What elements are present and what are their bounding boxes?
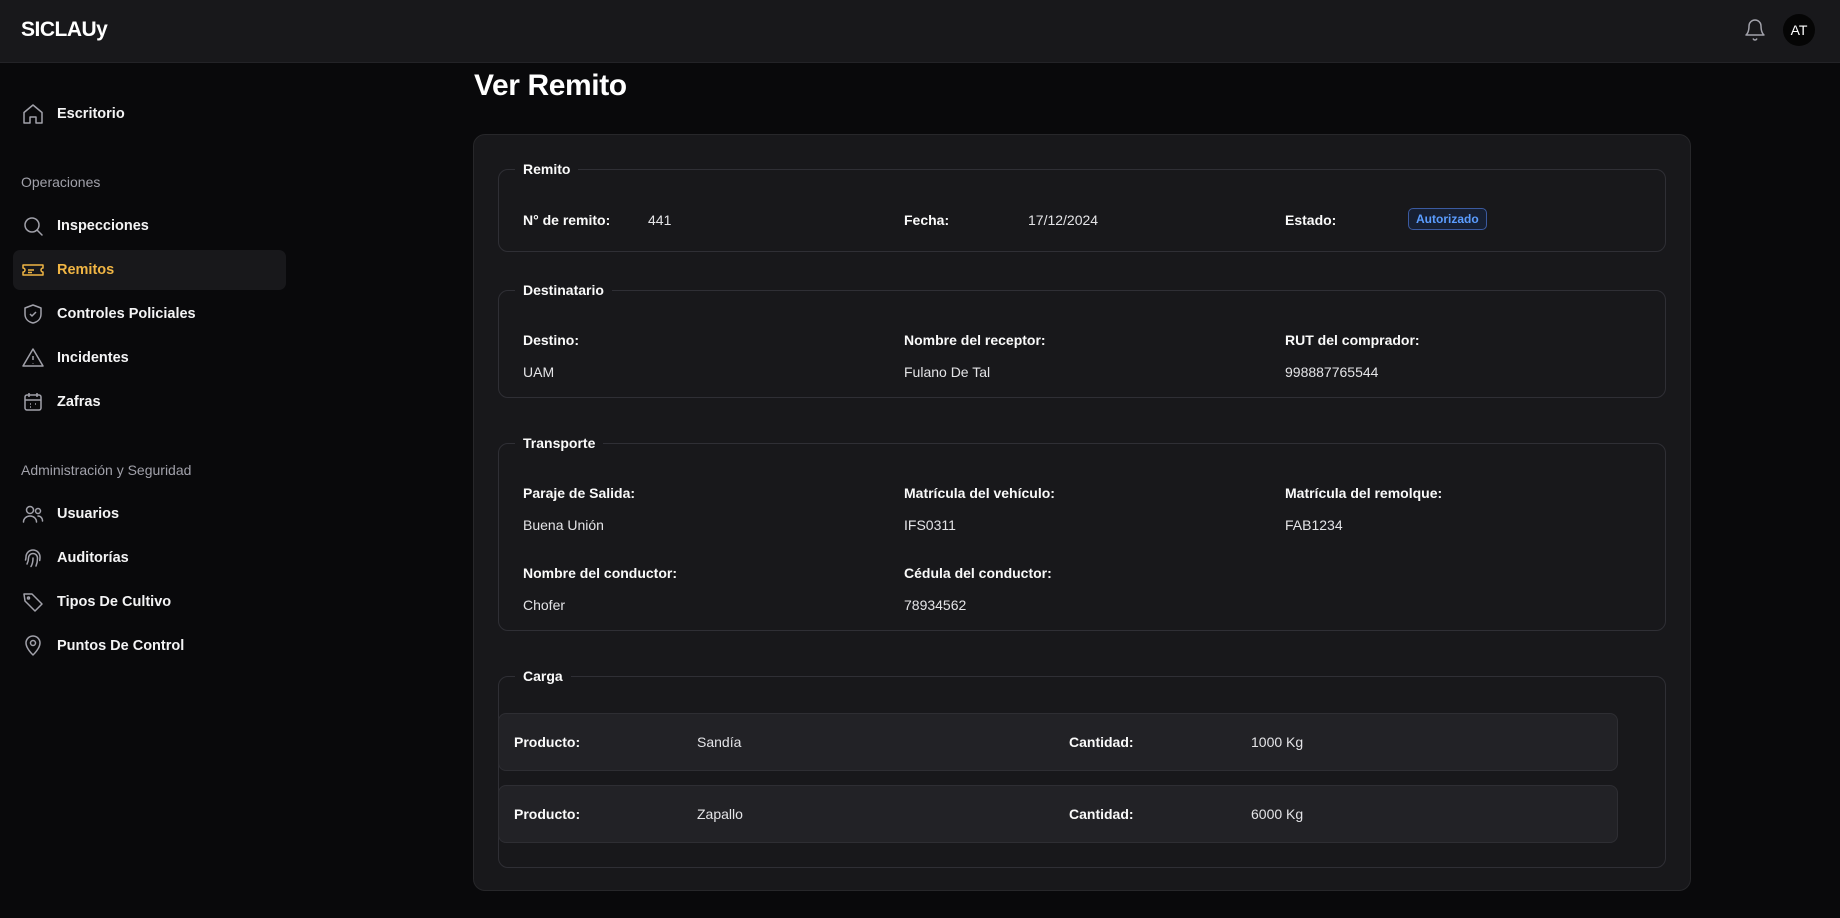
- top-bar: SICLAUy AT: [0, 0, 1840, 63]
- sidebar-item-tipos-de-cultivo[interactable]: Tipos De Cultivo: [13, 582, 286, 622]
- matricula-remolque-label: Matrícula del remolque:: [1285, 485, 1443, 501]
- sidebar-item-incidentes[interactable]: Incidentes: [13, 338, 286, 378]
- sidebar-item-label: Tipos De Cultivo: [57, 594, 172, 610]
- carga-item-row: Producto: Sandía Cantidad: 1000 Kg: [498, 713, 1618, 771]
- paraje-label: Paraje de Salida:: [523, 485, 636, 501]
- fingerprint-icon: [21, 546, 45, 570]
- page-title: Ver Remito: [474, 69, 627, 102]
- numero-remito-value: 441: [648, 212, 672, 228]
- app-brand[interactable]: SICLAUy: [21, 18, 108, 42]
- carga-legend: Carga: [523, 668, 563, 684]
- sidebar-item-label: Usuarios: [57, 506, 120, 522]
- destino-value: UAM: [523, 364, 555, 380]
- transporte-legend: Transporte: [523, 435, 596, 451]
- rut-label: RUT del comprador:: [1285, 332, 1420, 348]
- sidebar-item-puntos-de-control[interactable]: Puntos De Control: [13, 626, 286, 666]
- sidebar-item-escritorio[interactable]: Escritorio: [13, 94, 286, 134]
- map-pin-icon: [21, 634, 45, 658]
- receptor-label: Nombre del receptor:: [904, 332, 1046, 348]
- destinatario-legend: Destinatario: [523, 282, 604, 298]
- conductor-value: Chofer: [523, 597, 566, 613]
- carga-item-row: Producto: Zapallo Cantidad: 6000 Kg: [498, 785, 1618, 843]
- remito-legend: Remito: [523, 161, 571, 177]
- ticket-icon: [21, 258, 45, 282]
- sidebar-section-admin: Administración y Seguridad: [21, 462, 192, 478]
- conductor-label: Nombre del conductor:: [523, 565, 678, 581]
- producto-label: Producto:: [514, 806, 581, 822]
- cedula-label: Cédula del conductor:: [904, 565, 1052, 581]
- sidebar-item-label: Incidentes: [57, 350, 129, 366]
- sidebar-item-controles-policiales[interactable]: Controles Policiales: [13, 294, 286, 334]
- sidebar-item-label: Auditorías: [57, 550, 129, 566]
- status-badge: Autorizado: [1408, 208, 1487, 230]
- cantidad-label: Cantidad:: [1069, 806, 1134, 822]
- destinatario-section: Destinatario: [498, 282, 1666, 398]
- user-avatar[interactable]: AT: [1783, 14, 1815, 46]
- cedula-value: 78934562: [904, 597, 967, 613]
- sidebar-item-auditorias[interactable]: Auditorías: [13, 538, 286, 578]
- bell-icon[interactable]: [1743, 18, 1767, 42]
- fecha-label: Fecha:: [904, 212, 950, 228]
- producto-value: Sandía: [697, 734, 742, 750]
- sidebar-item-usuarios[interactable]: Usuarios: [13, 494, 286, 534]
- producto-value: Zapallo: [697, 806, 743, 822]
- transporte-section: Transporte: [498, 435, 1666, 631]
- matricula-remolque-value: FAB1234: [1285, 517, 1343, 533]
- sidebar-item-remitos[interactable]: Remitos: [13, 250, 286, 290]
- matricula-vehiculo-label: Matrícula del vehículo:: [904, 485, 1055, 501]
- sidebar-item-label: Inspecciones: [57, 218, 149, 234]
- cantidad-value: 1000 Kg: [1251, 734, 1304, 750]
- paraje-value: Buena Unión: [523, 517, 604, 533]
- sidebar: Escritorio Operaciones Inspecciones Remi…: [0, 64, 300, 918]
- sidebar-item-inspecciones[interactable]: Inspecciones: [13, 206, 286, 246]
- cantidad-label: Cantidad:: [1069, 734, 1134, 750]
- remito-detail-card: Remito N° de remito: 441 Fecha: 17/12/20…: [473, 134, 1691, 891]
- sidebar-item-label: Puntos De Control: [57, 638, 185, 654]
- calendar-icon: [21, 390, 45, 414]
- estado-label: Estado:: [1285, 212, 1337, 228]
- receptor-value: Fulano De Tal: [904, 364, 991, 380]
- cantidad-value: 6000 Kg: [1251, 806, 1304, 822]
- search-icon: [21, 214, 45, 238]
- sidebar-item-label: Escritorio: [57, 106, 125, 122]
- warning-icon: [21, 346, 45, 370]
- rut-value: 998887765544: [1285, 364, 1379, 380]
- fecha-value: 17/12/2024: [1028, 212, 1099, 228]
- tag-icon: [21, 590, 45, 614]
- sidebar-item-label: Zafras: [57, 394, 101, 410]
- users-icon: [21, 502, 45, 526]
- sidebar-item-zafras[interactable]: Zafras: [13, 382, 286, 422]
- matricula-vehiculo-value: IFS0311: [904, 517, 956, 533]
- numero-remito-label: N° de remito:: [523, 212, 611, 228]
- producto-label: Producto:: [514, 734, 581, 750]
- remito-section: Remito: [498, 161, 1666, 252]
- sidebar-item-label: Remitos: [57, 262, 115, 278]
- shield-icon: [21, 302, 45, 326]
- home-icon: [21, 102, 45, 126]
- sidebar-item-label: Controles Policiales: [57, 306, 196, 322]
- destino-label: Destino:: [523, 332, 579, 348]
- sidebar-section-operaciones: Operaciones: [21, 174, 101, 190]
